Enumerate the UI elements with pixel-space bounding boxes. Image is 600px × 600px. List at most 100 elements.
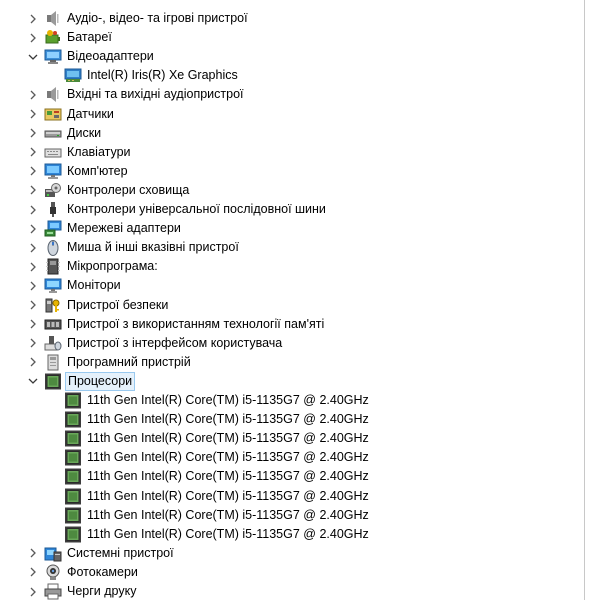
tree-device-row[interactable]: 11th Gen Intel(R) Core(TM) i5-1135G7 @ 2…	[0, 429, 584, 448]
chevron-right-icon[interactable]	[27, 238, 39, 257]
tree-item-label: Батареї	[67, 30, 112, 45]
tree-item-label: Вхідні та вихідні аудіопристрої	[67, 87, 244, 102]
tree-item-label: Процесори	[65, 371, 136, 391]
hid-icon	[44, 335, 62, 352]
chevron-right-icon[interactable]	[27, 181, 39, 200]
tree-item-label: Контролери сховища	[67, 182, 190, 197]
speaker-icon	[44, 10, 62, 27]
chevron-right-icon[interactable]	[27, 257, 39, 276]
tree-category-row[interactable]: Мережеві адаптери	[0, 219, 584, 238]
chevron-right-icon[interactable]	[27, 85, 39, 104]
tree-item-label: Комп'ютер	[67, 163, 128, 178]
tree-category-row[interactable]: Монітори	[0, 276, 584, 295]
processor-icon	[64, 411, 82, 428]
tree-item-label: 11th Gen Intel(R) Core(TM) i5-1135G7 @ 2…	[87, 450, 369, 465]
disk-drive-icon	[44, 125, 62, 142]
tree-device-row[interactable]: 11th Gen Intel(R) Core(TM) i5-1135G7 @ 2…	[0, 467, 584, 486]
tree-category-row[interactable]: Процесори	[0, 371, 584, 391]
tree-device-row[interactable]: 11th Gen Intel(R) Core(TM) i5-1135G7 @ 2…	[0, 525, 584, 544]
processor-icon	[44, 373, 62, 390]
tree-item-label: 11th Gen Intel(R) Core(TM) i5-1135G7 @ 2…	[87, 526, 369, 541]
tree-category-row[interactable]: Миша й інші вказівні пристрої	[0, 238, 584, 257]
tree-item-label: 11th Gen Intel(R) Core(TM) i5-1135G7 @ 2…	[87, 431, 369, 446]
chevron-right-icon[interactable]	[27, 143, 39, 162]
tree-category-row[interactable]: Комп'ютер	[0, 162, 584, 181]
chevron-down-icon[interactable]	[27, 372, 39, 391]
tree-category-row[interactable]: Фотокамери	[0, 563, 584, 582]
security-key-icon	[44, 297, 62, 314]
system-devices-icon	[44, 545, 62, 562]
battery-icon	[44, 29, 62, 46]
tree-category-row[interactable]: Вхідні та вихідні аудіопристрої	[0, 85, 584, 104]
tree-category-row[interactable]: Контролери універсальної послідовної шин…	[0, 200, 584, 219]
tree-item-label: Миша й інші вказівні пристрої	[67, 240, 239, 255]
chevron-right-icon[interactable]	[27, 124, 39, 143]
chevron-right-icon[interactable]	[27, 105, 39, 124]
tree-device-row[interactable]: 11th Gen Intel(R) Core(TM) i5-1135G7 @ 2…	[0, 506, 584, 525]
processor-icon	[64, 526, 82, 543]
chevron-right-icon[interactable]	[27, 162, 39, 181]
tree-device-row[interactable]: 11th Gen Intel(R) Core(TM) i5-1135G7 @ 2…	[0, 448, 584, 467]
monitor-icon	[44, 277, 62, 294]
processor-icon	[64, 507, 82, 524]
tree-item-label: Пристрої з інтерфейсом користувача	[67, 335, 283, 350]
tree-device-row[interactable]: 11th Gen Intel(R) Core(TM) i5-1135G7 @ 2…	[0, 410, 584, 429]
chevron-right-icon[interactable]	[27, 28, 39, 47]
display-adapter-icon	[64, 67, 82, 84]
tree-item-label: 11th Gen Intel(R) Core(TM) i5-1135G7 @ 2…	[87, 393, 369, 407]
tree-category-row[interactable]: Системні пристрої	[0, 544, 584, 563]
network-adapter-icon	[44, 220, 62, 237]
tree-category-row[interactable]: Мікропрограма:	[0, 257, 584, 276]
chevron-right-icon[interactable]	[27, 276, 39, 295]
chevron-right-icon[interactable]	[27, 9, 39, 28]
chevron-right-icon[interactable]	[27, 582, 39, 600]
tree-category-row[interactable]: Контролери сховища	[0, 181, 584, 200]
tree-device-row[interactable]: 11th Gen Intel(R) Core(TM) i5-1135G7 @ 2…	[0, 487, 584, 506]
tree-item-label: Диски	[67, 125, 102, 140]
usb-icon	[44, 201, 62, 218]
tree-category-row[interactable]: Програмний пристрій	[0, 353, 584, 372]
chevron-down-icon[interactable]	[27, 47, 39, 66]
tree-category-row[interactable]: Клавіатури	[0, 143, 584, 162]
chevron-right-icon[interactable]	[27, 315, 39, 334]
tree-item-label: Аудіо-, відео- та ігрові пристрої	[67, 11, 248, 25]
chevron-right-icon[interactable]	[27, 544, 39, 563]
tree-category-row[interactable]: Відеоадаптери	[0, 47, 584, 66]
speaker-icon	[44, 86, 62, 103]
chevron-right-icon[interactable]	[27, 334, 39, 353]
tree-item-label: Відеоадаптери	[67, 49, 154, 64]
memory-device-icon	[44, 316, 62, 333]
tree-item-label: Черги друку	[67, 584, 137, 598]
tree-device-row[interactable]: 11th Gen Intel(R) Core(TM) i5-1135G7 @ 2…	[0, 391, 584, 410]
tree-item-label: Фотокамери	[67, 564, 138, 579]
chevron-right-icon[interactable]	[27, 353, 39, 372]
tree-item-label: Системні пристрої	[67, 545, 174, 560]
tree-category-row[interactable]: Черги друку	[0, 582, 584, 600]
chevron-right-icon[interactable]	[27, 219, 39, 238]
tree-item-label: Пристрої з використанням технології пам'…	[67, 316, 325, 331]
tree-item-label: Мікропрограма:	[67, 259, 158, 274]
software-device-icon	[44, 354, 62, 371]
tree-item-label: 11th Gen Intel(R) Core(TM) i5-1135G7 @ 2…	[87, 412, 369, 427]
device-tree[interactable]: Аудіо-, відео- та ігрові пристрої Батареї…	[0, 0, 584, 600]
tree-category-row[interactable]: Батареї	[0, 28, 584, 47]
tree-category-row[interactable]: Датчики	[0, 105, 584, 124]
chevron-right-icon[interactable]	[27, 200, 39, 219]
tree-category-row[interactable]: Диски	[0, 124, 584, 143]
tree-item-label: Монітори	[67, 278, 121, 293]
tree-item-label: Програмний пристрій	[67, 354, 191, 369]
print-queue-icon	[44, 583, 62, 600]
tree-category-row[interactable]: Аудіо-, відео- та ігрові пристрої	[0, 9, 584, 28]
tree-category-row[interactable]: Пристрої з інтерфейсом користувача	[0, 334, 584, 353]
tree-item-label: 11th Gen Intel(R) Core(TM) i5-1135G7 @ 2…	[87, 469, 369, 484]
chevron-right-icon[interactable]	[27, 563, 39, 582]
mouse-icon	[44, 239, 62, 257]
chevron-right-icon[interactable]	[27, 296, 39, 315]
tree-category-row[interactable]: Пристрої з використанням технології пам'…	[0, 315, 584, 334]
tree-item-label: Клавіатури	[67, 144, 131, 159]
tree-item-label: Пристрої безпеки	[67, 297, 169, 312]
tree-category-row[interactable]: Пристрої безпеки	[0, 296, 584, 315]
monitor-adapter-icon	[44, 48, 62, 65]
tree-device-row[interactable]: Intel(R) Iris(R) Xe Graphics	[0, 66, 584, 85]
tree-border	[584, 0, 585, 600]
